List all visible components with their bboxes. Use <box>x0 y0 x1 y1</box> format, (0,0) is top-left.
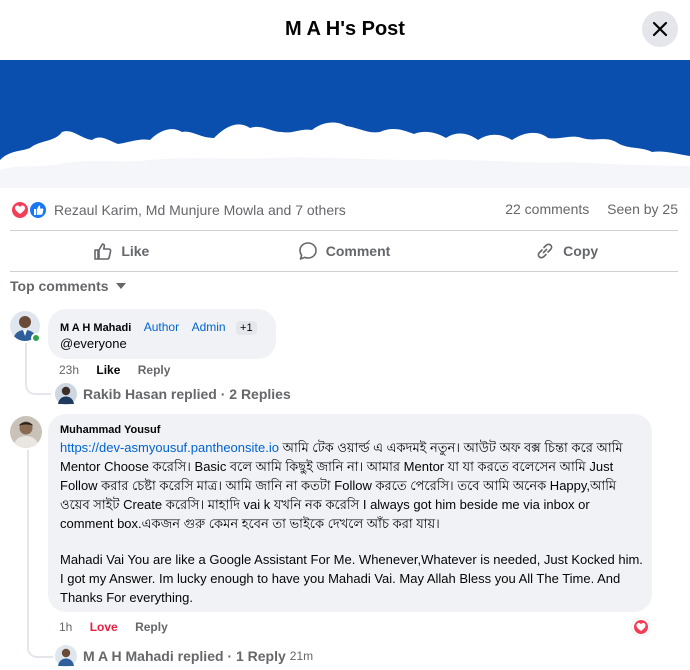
view-replies-button[interactable]: Rakib Hasan replied · 2 Replies <box>55 383 291 405</box>
divider <box>10 230 678 231</box>
replies-summary: Rakib Hasan replied · 2 Replies <box>83 386 291 402</box>
comments-filter-dropdown[interactable]: Top comments <box>10 278 127 294</box>
online-status-indicator <box>31 333 41 343</box>
comment-bubble: Muhammad Yousuf https://dev-asmyousuf.pa… <box>48 414 652 612</box>
comment-like-button[interactable]: Like <box>96 363 120 377</box>
comment-bubble: M A H Mahadi Author Admin +1 @everyone <box>48 309 276 359</box>
reaction-icons[interactable] <box>10 199 50 221</box>
post-actions: Like Comment Copy <box>10 232 678 270</box>
comment-time[interactable]: 23h <box>59 363 79 377</box>
comment-label: Comment <box>325 243 391 259</box>
comment-author[interactable]: M A H Mahadi <box>60 322 131 334</box>
reply-thread-line <box>25 343 51 395</box>
thumbs-up-icon <box>94 243 112 260</box>
avatar[interactable] <box>10 416 42 448</box>
like-label: Like <box>121 243 150 259</box>
author-badge: Author <box>143 320 180 334</box>
like-button[interactable]: Like <box>10 232 233 270</box>
reaction-names[interactable]: Rezaul Karim, Md Munjure Mowla and 7 oth… <box>54 202 346 218</box>
comment-link[interactable]: https://dev-asmyousuf.pantheonsite.io <box>60 440 279 455</box>
view-replies-button[interactable]: M A H Mahadi replied · 1 Reply 21m <box>55 645 313 667</box>
comment-button[interactable]: Comment <box>233 232 456 270</box>
heart-icon <box>636 623 646 631</box>
comment-love-reaction[interactable] <box>632 618 650 636</box>
comment-love-button[interactable]: Love <box>90 620 118 634</box>
comment-meta: 23h Like Reply <box>59 363 170 377</box>
post-cover-image[interactable] <box>0 60 690 188</box>
comment-author[interactable]: Muhammad Yousuf <box>60 424 160 436</box>
comment-time[interactable]: 1h <box>59 620 72 634</box>
replier-avatar <box>55 383 77 405</box>
close-icon <box>652 21 668 37</box>
comment-text-english: Mahadi Vai You are like a Google Assista… <box>60 552 643 605</box>
replies-summary: M A H Mahadi replied · 1 Reply <box>83 648 286 664</box>
divider <box>10 271 678 272</box>
post-stats: 22 comments Seen by 25 <box>491 201 678 217</box>
comment-icon <box>298 242 317 260</box>
comments-count[interactable]: 22 comments <box>505 201 589 217</box>
comment-text: https://dev-asmyousuf.pantheonsite.io আম… <box>60 438 644 533</box>
post-dialog-header: M A H's Post <box>0 0 690 60</box>
more-badges[interactable]: +1 <box>236 321 257 335</box>
caret-down-icon <box>115 283 126 289</box>
comment-reply-button[interactable]: Reply <box>135 620 168 634</box>
replies-time: 21m <box>289 649 314 663</box>
replier-avatar <box>55 645 77 667</box>
admin-badge: Admin <box>191 320 226 334</box>
comment-text: @everyone <box>60 336 127 351</box>
seen-count[interactable]: Seen by 25 <box>607 201 678 217</box>
reactions-summary: Rezaul Karim, Md Munjure Mowla and 7 oth… <box>10 199 680 221</box>
comment-reply-button[interactable]: Reply <box>138 363 171 377</box>
reply-thread-line <box>27 450 53 658</box>
comment-meta: 1h Love Reply <box>59 620 168 634</box>
dialog-title: M A H's Post <box>285 18 405 40</box>
copy-label: Copy <box>563 243 599 259</box>
comments-filter-label: Top comments <box>10 278 109 294</box>
cover-graphic <box>0 60 690 188</box>
copy-button[interactable]: Copy <box>455 232 678 270</box>
close-button[interactable] <box>642 11 678 47</box>
link-icon <box>537 243 553 259</box>
